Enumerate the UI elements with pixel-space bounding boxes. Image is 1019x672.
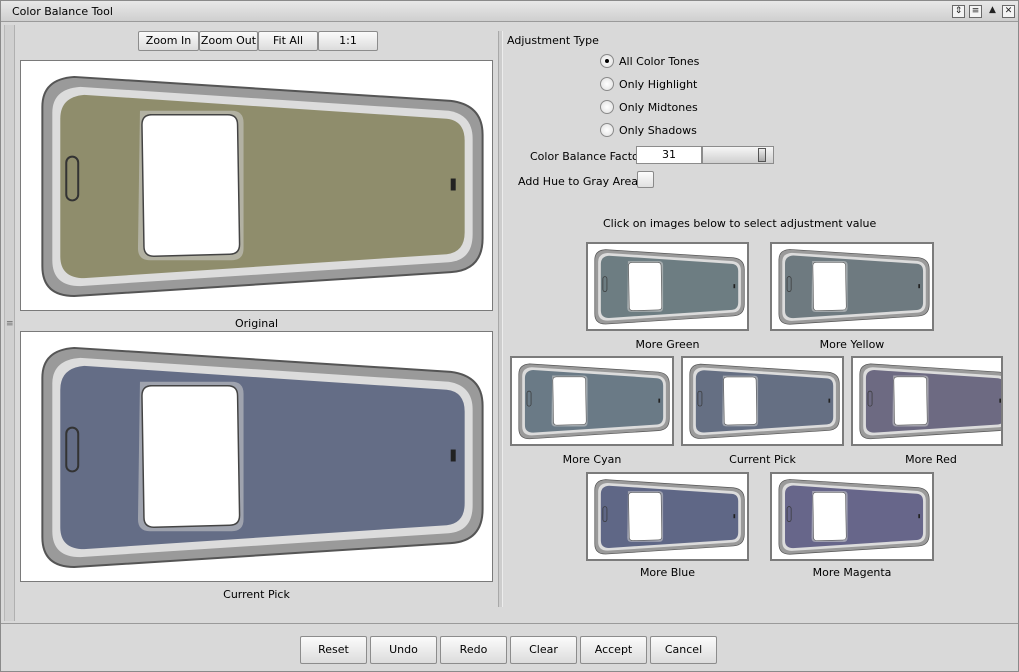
restore-icon[interactable]: ⇕ — [952, 5, 965, 18]
window-title: Color Balance Tool — [12, 5, 113, 18]
add-hue-gray-checkbox[interactable] — [637, 171, 654, 188]
clear-button[interactable]: Clear — [510, 636, 577, 664]
radio-only-shadows[interactable] — [600, 123, 614, 137]
radio-label-only-midtones: Only Midtones — [619, 101, 698, 114]
adjustment-type-heading: Adjustment Type — [507, 34, 599, 47]
cancel-button[interactable]: Cancel — [650, 636, 717, 664]
original-preview[interactable] — [20, 60, 493, 311]
variation-current-pick[interactable] — [681, 356, 844, 446]
variation-more-magenta[interactable] — [770, 472, 934, 561]
current-pick-caption: Current Pick — [223, 588, 290, 601]
zoom-in-button[interactable]: Zoom In — [138, 31, 199, 51]
variation-label: More Yellow — [819, 338, 885, 351]
variation-more-blue[interactable] — [586, 472, 749, 561]
original-caption: Original — [234, 317, 279, 330]
thumb-phone-image — [518, 363, 670, 440]
original-phone-image — [41, 75, 484, 298]
slider-thumb[interactable] — [758, 148, 766, 162]
side-collapse-strip[interactable]: ≡ — [4, 25, 15, 621]
one-to-one-button[interactable]: 1:1 — [318, 31, 378, 51]
color-balance-window: Color Balance Tool ⇕ ≡ ▲ ✕ ≡ Zoom In Zoo… — [0, 0, 1019, 672]
color-balance-factor-slider[interactable] — [702, 146, 774, 164]
variation-more-cyan[interactable] — [510, 356, 674, 446]
add-hue-gray-label: Add Hue to Gray Areas — [518, 175, 644, 188]
radio-only-highlight[interactable] — [600, 77, 614, 91]
variation-label: More Magenta — [812, 566, 892, 579]
current-pick-preview[interactable] — [20, 331, 493, 582]
color-balance-factor-label: Color Balance Factor — [530, 150, 644, 163]
color-balance-factor-field[interactable]: 31 — [636, 146, 702, 164]
variation-label: More Red — [905, 453, 957, 466]
radio-label-only-shadows: Only Shadows — [619, 124, 697, 137]
variation-label: Current Pick — [729, 453, 796, 466]
grip-icon: ≡ — [6, 319, 14, 329]
radio-all-color-tones[interactable] — [600, 54, 614, 68]
radio-only-midtones[interactable] — [600, 100, 614, 114]
panel-splitter[interactable] — [498, 31, 503, 607]
variation-more-red[interactable] — [851, 356, 1003, 446]
thumb-phone-image — [859, 363, 1001, 440]
thumb-phone-image — [689, 363, 840, 439]
thumb-phone-image — [778, 249, 930, 325]
title-bar: Color Balance Tool ⇕ ≡ ▲ ✕ — [1, 1, 1018, 22]
undo-button[interactable]: Undo — [370, 636, 437, 664]
close-icon[interactable]: ✕ — [1002, 5, 1015, 18]
thumb-phone-image — [594, 479, 745, 555]
zoom-out-button[interactable]: Zoom Out — [199, 31, 258, 51]
radio-selected-dot — [605, 59, 609, 63]
reset-button[interactable]: Reset — [300, 636, 367, 664]
thumb-phone-image — [778, 479, 930, 555]
variation-label: More Green — [635, 338, 700, 351]
instructions-text: Click on images below to select adjustme… — [603, 217, 877, 230]
variation-more-green[interactable] — [586, 242, 749, 331]
fit-all-button[interactable]: Fit All — [258, 31, 318, 51]
variation-label: More Blue — [639, 566, 696, 579]
minimize-icon[interactable]: ▲ — [986, 5, 999, 18]
variation-more-yellow[interactable] — [770, 242, 934, 331]
menu-icon[interactable]: ≡ — [969, 5, 982, 18]
radio-label-only-highlight: Only Highlight — [619, 78, 698, 91]
variation-label: More Cyan — [562, 453, 622, 466]
thumb-phone-image — [594, 249, 745, 325]
action-bar: Reset Undo Redo Clear Accept Cancel — [1, 623, 1018, 671]
current-phone-image — [41, 346, 484, 569]
accept-button[interactable]: Accept — [580, 636, 647, 664]
radio-label-all-color-tones: All Color Tones — [619, 55, 700, 68]
redo-button[interactable]: Redo — [440, 636, 507, 664]
